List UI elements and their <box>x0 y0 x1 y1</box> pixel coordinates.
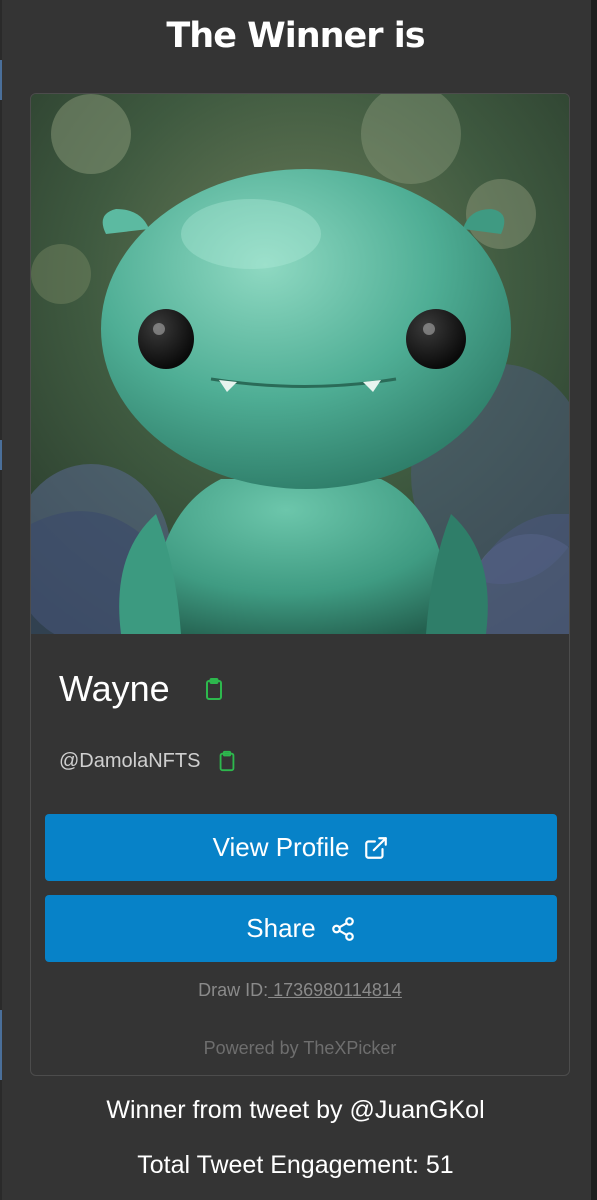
share-button[interactable]: Share <box>45 895 557 962</box>
share-label: Share <box>246 913 316 943</box>
view-profile-button[interactable]: View Profile <box>45 814 557 881</box>
draw-id-label: Draw ID: <box>198 980 269 1000</box>
green-creature-avatar-icon <box>31 94 569 634</box>
draw-id: Draw ID: 1736980114814 <box>31 980 569 1001</box>
page-title: The Winner is <box>166 16 425 56</box>
winner-page: The Winner is Wayne @DamolaNFTS View Pro… <box>0 0 597 1200</box>
share-icon <box>330 916 356 942</box>
winner-name: Wayne <box>59 668 170 709</box>
winner-card: Wayne @DamolaNFTS View Profile Share Dra… <box>30 93 570 1076</box>
edge-mark <box>0 1010 2 1080</box>
draw-id-link[interactable]: 1736980114814 <box>268 980 402 1000</box>
edge-mark <box>0 440 2 470</box>
winner-name-row: Wayne <box>59 664 226 714</box>
winner-from-tweet: Winner from tweet by @JuanGKol <box>106 1096 485 1124</box>
copy-name-icon[interactable] <box>202 677 226 701</box>
total-engagement: Total Tweet Engagement: 51 <box>137 1151 454 1179</box>
edge-mark <box>0 60 2 100</box>
left-window-edge <box>0 0 2 1200</box>
view-profile-label: View Profile <box>212 832 350 862</box>
scrollbar[interactable] <box>591 0 597 1200</box>
winner-handle-row: @DamolaNFTS <box>59 744 238 778</box>
external-link-icon <box>363 835 389 861</box>
powered-by: Powered by TheXPicker <box>203 1038 397 1058</box>
winner-handle: @DamolaNFTS <box>59 749 201 772</box>
copy-handle-icon[interactable] <box>216 750 238 772</box>
winner-avatar <box>31 94 569 634</box>
